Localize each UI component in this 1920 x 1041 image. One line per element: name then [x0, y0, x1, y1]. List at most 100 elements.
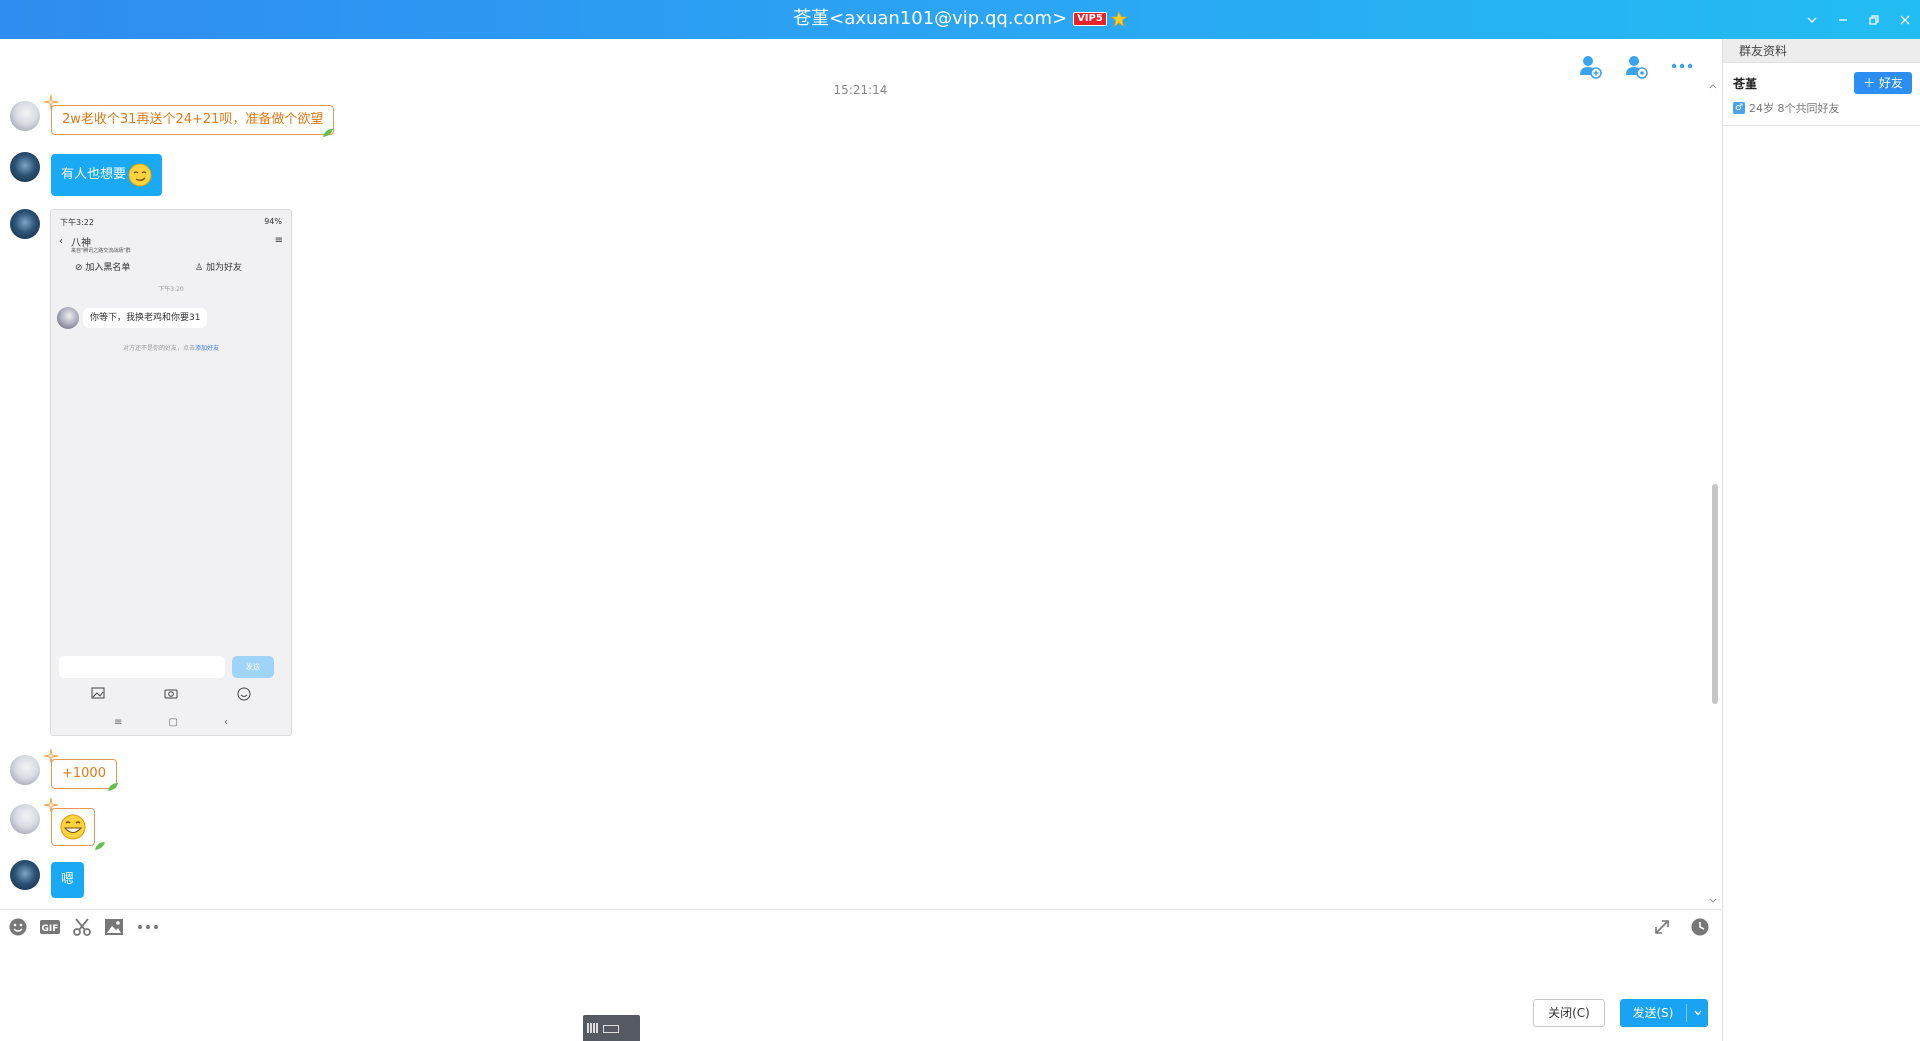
smile-icon [237, 687, 251, 701]
phone-time: 下午3:20 [158, 286, 184, 293]
member-info-panel: 群友资料 苍堇 ＋ 好友 ♂ 24岁 8个共同好友 [1722, 39, 1920, 1041]
vip-badge: VIP5 [1073, 12, 1107, 26]
phone-send: 发送 [232, 656, 274, 678]
sly-smile-emoji [128, 163, 152, 186]
ime-toolbar[interactable] [583, 1015, 640, 1041]
back-icon: ‹ [59, 236, 63, 247]
message-bubble[interactable]: 2w老收个31再送个24+21呗，准备做个欲望 [51, 105, 335, 135]
message-timestamp: 15:21:14 [833, 83, 888, 97]
contact-avatar[interactable] [10, 804, 40, 834]
close-window-button[interactable] [1889, 0, 1920, 39]
leaf-icon [108, 783, 118, 791]
send-separator [1686, 1004, 1687, 1022]
contact-avatar[interactable] [10, 101, 40, 131]
my-avatar[interactable] [10, 209, 40, 239]
history-button[interactable] [1688, 915, 1712, 939]
window-title-wrap: 苍堇<axuan101@vip.qq.com> VIP5 [0, 9, 1920, 29]
my-avatar[interactable] [10, 152, 40, 182]
more-options-button[interactable] [1669, 53, 1695, 79]
phone-battery: 94% [264, 217, 282, 226]
add-friend-button[interactable] [1577, 53, 1603, 79]
title-bar: 苍堇<axuan101@vip.qq.com> VIP5 [0, 0, 1920, 39]
phone-add-friend: ♙ 加为好友 [195, 263, 242, 273]
add-user-icon [1580, 56, 1602, 79]
send-button-label: 发送(S) [1632, 1006, 1674, 1020]
camera-icon [164, 689, 178, 699]
contact-avatar[interactable] [10, 755, 40, 785]
grin-emoji [60, 814, 86, 840]
image-icon [105, 919, 123, 935]
nav-back-icon: ‹ [223, 717, 228, 728]
expand-icon [1655, 920, 1669, 934]
member-name: 苍堇 [1733, 77, 1758, 91]
input-toolbar: GIF [0, 915, 1721, 943]
minimize-icon [1838, 18, 1847, 21]
phone-contact-sub: 来自"腾讯之路交流战场"群 [71, 248, 131, 254]
minimize-button[interactable] [1827, 0, 1858, 39]
male-icon: ♂ [1733, 102, 1745, 114]
scrollbar-thumb[interactable] [1712, 484, 1718, 704]
more-icon [138, 925, 158, 929]
member-info-text: 24岁 8个共同好友 [1749, 102, 1840, 115]
emoji-button[interactable] [6, 915, 30, 939]
message-bubble[interactable] [51, 808, 95, 846]
more-tools-button[interactable] [136, 915, 160, 939]
chevron-down-icon [1807, 17, 1816, 23]
phone-add-friend-label: 加为好友 [205, 263, 242, 273]
chat-top-actions [1577, 53, 1695, 79]
menu-icon: ≡ [274, 235, 283, 246]
window-title: 苍堇<axuan101@vip.qq.com> [793, 8, 1068, 29]
phone-blacklist-label: 加入黑名单 [85, 263, 131, 273]
phone-nav: ≡ ▢ ‹ [51, 717, 291, 728]
user-gear-icon [1626, 56, 1648, 79]
scroll-down-icon[interactable] [1708, 896, 1718, 906]
message-bubble[interactable]: 嗯 [51, 862, 85, 898]
phone-blacklist: ⊘ 加入黑名单 [75, 263, 131, 273]
message-bubble[interactable]: 有人也想要 [51, 154, 163, 196]
star-icon [1110, 11, 1127, 27]
dropdown-window-button[interactable] [1796, 0, 1827, 39]
more-icon [1671, 63, 1693, 69]
leaf-icon [323, 129, 333, 137]
chat-area: 15:21:14 2w老收个31再送个24+21呗，准备做个欲望 有人也想要 下… [0, 39, 1721, 909]
plus-icon: ＋ [1863, 76, 1879, 90]
image-icon [91, 687, 105, 699]
phone-status-time: 下午3:22 [60, 218, 94, 227]
keyboard-grip-icon [587, 1023, 599, 1033]
add-friend-panel-button[interactable]: ＋ 好友 [1854, 72, 1912, 94]
panel-divider [1723, 125, 1920, 126]
chevron-down-icon [1694, 1010, 1702, 1016]
my-avatar[interactable] [10, 860, 40, 890]
panel-title: 群友资料 [1723, 39, 1920, 63]
add-friend-label: 好友 [1878, 76, 1903, 90]
image-message[interactable]: 下午3:22 94% ‹ 八神 来自"腾讯之路交流战场"群 ≡ ⊘ 加入黑名单 ♙… [50, 209, 292, 736]
close-button[interactable]: 关闭(C) [1533, 999, 1605, 1027]
scissors-icon [73, 918, 91, 936]
send-options-button[interactable] [1688, 999, 1708, 1027]
gif-button[interactable]: GIF [38, 915, 62, 939]
close-icon [1900, 15, 1909, 24]
phone-notice: 对方还不是你的好友，点击添加好友 [51, 343, 291, 352]
phone-tools [51, 687, 291, 701]
smile-icon [9, 918, 27, 936]
phone-status-bar: 下午3:22 94% [60, 217, 282, 228]
clock-icon [1691, 918, 1709, 936]
window-controls [1796, 0, 1920, 39]
image-button[interactable] [102, 915, 126, 939]
keyboard-icon [603, 1025, 619, 1033]
leaf-icon [95, 842, 105, 850]
expand-input-button[interactable] [1650, 915, 1674, 939]
svg-text:GIF: GIF [42, 924, 59, 934]
phone-notice-text: 对方还不是你的好友，点击 [122, 345, 195, 352]
phone-message: 你等下，我换老鸡和你要31 [83, 308, 208, 328]
phone-notice-link: 添加好友 [195, 345, 220, 352]
input-divider [0, 909, 1721, 910]
restore-button[interactable] [1858, 0, 1889, 39]
phone-input [59, 656, 225, 678]
send-button[interactable]: 发送(S) [1620, 999, 1708, 1027]
gif-icon: GIF [40, 920, 60, 934]
user-settings-button[interactable] [1623, 53, 1649, 79]
screenshot-button[interactable] [70, 915, 94, 939]
scroll-up-icon[interactable] [1708, 81, 1718, 91]
member-info: ♂ 24岁 8个共同好友 [1733, 100, 1840, 116]
